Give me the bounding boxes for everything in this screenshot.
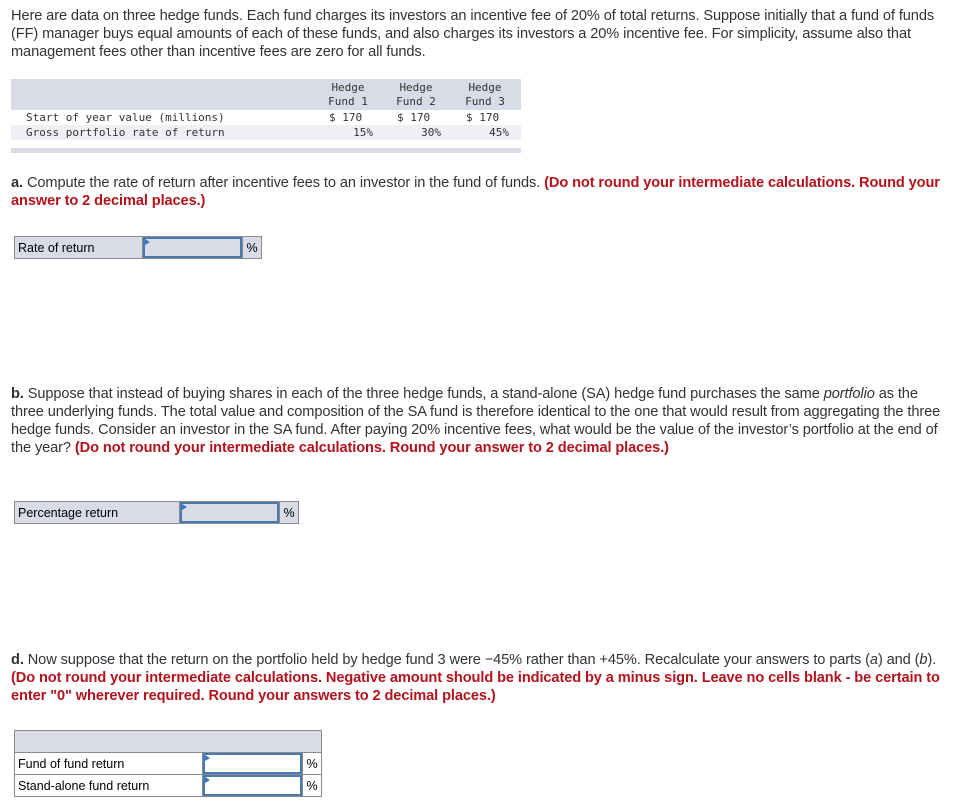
row-label: Start of year value (millions) bbox=[26, 111, 225, 124]
percentage-return-input[interactable] bbox=[180, 502, 279, 523]
rate-of-return-label: Rate of return bbox=[14, 236, 143, 259]
table-row: Gross portfolio rate of return 15% 30% 4… bbox=[11, 125, 521, 140]
column-header-line: Hedge bbox=[399, 81, 433, 94]
part-d-instruction: (Do not round your intermediate calculat… bbox=[11, 670, 940, 704]
answer-row: Fund of fund return % bbox=[14, 752, 322, 775]
part-d-question: d. Now suppose that the return on the po… bbox=[11, 651, 951, 705]
row-label-text: Stand-alone fund return bbox=[18, 778, 150, 793]
rate-of-return-input[interactable] bbox=[143, 237, 242, 258]
stand-alone-fund-return-input[interactable] bbox=[203, 775, 302, 796]
part-d-letter: d. bbox=[11, 652, 24, 668]
fund-of-fund-return-label: Fund of fund return bbox=[14, 752, 203, 775]
part-a-question: a. Compute the rate of return after ince… bbox=[11, 174, 951, 210]
stand-alone-fund-return-label: Stand-alone fund return bbox=[14, 774, 203, 797]
percentage-return-label: Percentage return bbox=[14, 501, 180, 524]
intro-paragraph: Here are data on three hedge funds. Each… bbox=[11, 7, 951, 61]
cell-value: $ 170 bbox=[329, 111, 363, 124]
column-header-line: Fund 3 bbox=[465, 95, 505, 108]
cell-value: $ 170 bbox=[466, 111, 500, 124]
part-b-text: Suppose that instead of buying shares in… bbox=[23, 386, 824, 402]
answer-table-header bbox=[14, 730, 322, 753]
unit-text: % bbox=[306, 778, 318, 793]
row-label-text: Fund of fund return bbox=[18, 756, 125, 771]
part-b-question: b. Suppose that instead of buying shares… bbox=[11, 385, 951, 457]
row-label: Gross portfolio rate of return bbox=[26, 126, 225, 139]
column-header-fund-1: Hedge Fund 1 bbox=[318, 81, 378, 109]
cell-value: 30% bbox=[421, 126, 441, 139]
answer-row: Percentage return % bbox=[14, 501, 299, 524]
unit-text: % bbox=[246, 240, 258, 255]
unit-text: % bbox=[306, 756, 318, 771]
rate-of-return-cell bbox=[142, 236, 243, 259]
table-footer-bar bbox=[11, 148, 521, 153]
part-a-text: Compute the rate of return after incenti… bbox=[22, 175, 545, 191]
percentage-return-cell bbox=[179, 501, 280, 524]
part-d-text: Now suppose that the return on the portf… bbox=[23, 652, 870, 668]
cell-value: 45% bbox=[489, 126, 509, 139]
part-a-letter: a. bbox=[11, 175, 23, 191]
part-b-letter: b. bbox=[11, 386, 24, 402]
column-header-line: Fund 1 bbox=[328, 95, 368, 108]
table-header-row: Hedge Fund 1 Hedge Fund 2 Hedge Fund 3 bbox=[11, 79, 521, 110]
part-d-text: ). bbox=[927, 652, 937, 668]
column-header-fund-2: Hedge Fund 2 bbox=[386, 81, 446, 109]
fund-of-fund-return-cell bbox=[202, 752, 303, 775]
column-header-line: Hedge bbox=[331, 81, 365, 94]
cell-value: $ 170 bbox=[397, 111, 431, 124]
part-d-answer-table: Fund of fund return % Stand-alone fund r… bbox=[14, 730, 322, 797]
percent-unit: % bbox=[279, 501, 299, 524]
unit-text: % bbox=[283, 505, 295, 520]
part-b-answer-table: Percentage return % bbox=[14, 501, 299, 524]
part-d-text: ) and ( bbox=[877, 652, 920, 668]
column-header-fund-3: Hedge Fund 3 bbox=[455, 81, 515, 109]
row-label-text: Percentage return bbox=[18, 505, 119, 520]
part-ref-a: a bbox=[869, 652, 878, 668]
percent-unit: % bbox=[242, 236, 262, 259]
intro-text: Here are data on three hedge funds. Each… bbox=[11, 8, 935, 60]
table-row: Start of year value (millions) $ 170 $ 1… bbox=[11, 110, 521, 125]
row-label-text: Rate of return bbox=[18, 240, 95, 255]
fund-of-fund-return-input[interactable] bbox=[203, 753, 302, 774]
column-header-line: Fund 2 bbox=[396, 95, 436, 108]
header-cell bbox=[14, 730, 322, 753]
part-a-answer-table: Rate of return % bbox=[14, 236, 262, 259]
part-b-italic-text: portfolio bbox=[823, 386, 875, 402]
percent-unit: % bbox=[302, 752, 322, 775]
hedge-fund-data-table: Hedge Fund 1 Hedge Fund 2 Hedge Fund 3 S… bbox=[11, 79, 521, 153]
percent-unit: % bbox=[302, 774, 322, 797]
stand-alone-fund-return-cell bbox=[202, 774, 303, 797]
part-b-instruction: (Do not round your intermediate calculat… bbox=[74, 440, 669, 456]
answer-row: Rate of return % bbox=[14, 236, 262, 259]
answer-row: Stand-alone fund return % bbox=[14, 774, 322, 797]
column-header-line: Hedge bbox=[468, 81, 502, 94]
cell-value: 15% bbox=[353, 126, 373, 139]
